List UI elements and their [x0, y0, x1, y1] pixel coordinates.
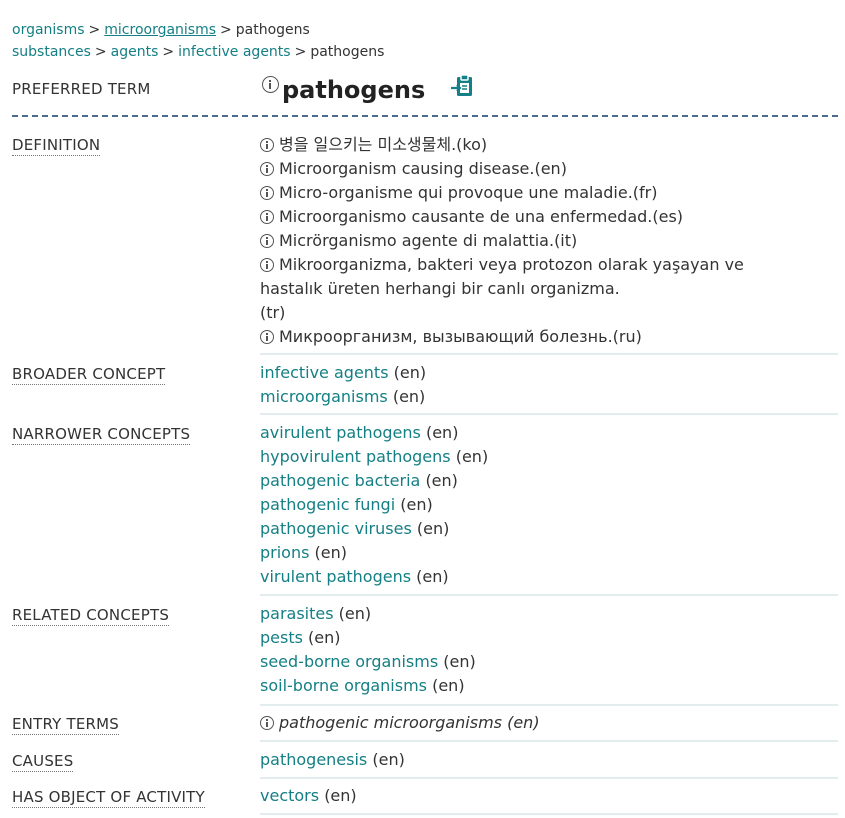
list-item: vectors (en): [260, 786, 357, 805]
section-divider: [260, 777, 838, 779]
concept-link[interactable]: microorganisms: [260, 387, 388, 406]
narrower-concepts-label: NARROWER CONCEPTS: [12, 425, 191, 445]
list-item: pests (en): [260, 628, 341, 647]
related-concepts-label: RELATED CONCEPTS: [12, 606, 170, 626]
concept-link[interactable]: vectors: [260, 786, 319, 805]
list-item: pathogenic viruses (en): [260, 519, 450, 538]
list-item: avirulent pathogens (en): [260, 423, 459, 442]
entry-term: pathogenic microorganisms (en): [279, 713, 540, 732]
breadcrumb-link-microorganisms[interactable]: microorganisms: [104, 22, 216, 38]
definition-item-lang: (tr): [260, 303, 286, 322]
concept-link[interactable]: seed-borne organisms: [260, 652, 438, 671]
breadcrumb-separator: >: [220, 22, 232, 38]
definition-item: Mikroorganizma, bakteri veya protozon ol…: [260, 255, 744, 298]
list-item: infective agents (en): [260, 363, 427, 382]
definition-item: Microorganismo causante de una enfermeda…: [260, 205, 838, 229]
section-divider: [260, 353, 838, 355]
concept-link[interactable]: soil-borne organisms: [260, 676, 427, 695]
concept-link[interactable]: hypovirulent pathogens: [260, 447, 451, 466]
list-item: prions (en): [260, 543, 348, 562]
narrower-concepts-list: avirulent pathogens (en) hypovirulent pa…: [260, 421, 838, 589]
breadcrumb-link-agents[interactable]: agents: [111, 44, 159, 60]
info-circle-icon[interactable]: [260, 186, 274, 200]
concept-link[interactable]: pathogenic viruses: [260, 519, 412, 538]
list-item: microorganisms (en): [260, 387, 426, 406]
breadcrumb-separator: >: [94, 44, 107, 60]
info-circle-icon[interactable]: [260, 138, 274, 152]
breadcrumb-separator: >: [294, 44, 307, 60]
entry-terms-list: pathogenic microorganisms (en): [260, 711, 838, 735]
concept-link[interactable]: avirulent pathogens: [260, 423, 421, 442]
section-divider: [260, 594, 838, 596]
causes-label: CAUSES: [12, 752, 74, 772]
info-circle-icon[interactable]: [260, 162, 274, 176]
header-divider: [12, 115, 838, 117]
info-circle-icon[interactable]: [260, 330, 274, 344]
clipboard-copy-icon: [450, 74, 472, 96]
section-divider: [260, 413, 838, 415]
list-item: pathogenic fungi (en): [260, 495, 433, 514]
concept-link[interactable]: prions: [260, 543, 309, 562]
list-item: pathogenic bacteria (en): [260, 471, 458, 490]
breadcrumb-separator: >: [88, 22, 101, 38]
preferred-term-value: pathogens: [282, 76, 426, 104]
info-circle-icon[interactable]: [260, 234, 274, 248]
info-circle-icon[interactable]: [262, 76, 279, 93]
concept-link[interactable]: pathogenesis: [260, 750, 367, 769]
preferred-term: pathogens: [262, 74, 474, 105]
broader-concept-label: BROADER CONCEPT: [12, 365, 166, 385]
definition-item: Micro-organisme qui provoque une maladie…: [260, 181, 838, 205]
list-item: soil-borne organisms (en): [260, 676, 465, 695]
info-circle-icon[interactable]: [260, 258, 274, 272]
list-item: pathogenic microorganisms (en): [260, 711, 838, 735]
definition-item: Микроорганизм, вызывающий болезнь.(ru): [260, 325, 838, 349]
info-circle-icon[interactable]: [260, 210, 274, 224]
causes-list: pathogenesis (en): [260, 748, 838, 772]
breadcrumb-current: pathogens: [235, 22, 310, 38]
entry-terms-label: ENTRY TERMS: [12, 715, 119, 735]
breadcrumb-2: substances > agents > infective agents > patho…: [12, 43, 384, 61]
concept-link[interactable]: pathogenic fungi: [260, 495, 395, 514]
breadcrumb-separator: >: [162, 44, 175, 60]
concept-link[interactable]: pests: [260, 628, 303, 647]
section-divider: [260, 704, 838, 706]
info-circle-icon[interactable]: [260, 716, 274, 730]
list-item: parasites (en): [260, 604, 372, 623]
has-object-of-activity-label: HAS OBJECT OF ACTIVITY: [12, 788, 205, 808]
preferred-term-label: PREFERRED TERM: [12, 80, 151, 98]
has-object-of-activity-list: vectors (en): [260, 784, 838, 808]
list-item: pathogenesis (en): [260, 750, 405, 769]
concept-link[interactable]: pathogenic bacteria: [260, 471, 420, 490]
section-divider: [260, 813, 838, 815]
definition-item: 병을 일으키는 미소생물체.(ko): [260, 133, 838, 157]
list-item: hypovirulent pathogens (en): [260, 447, 489, 466]
copy-to-clipboard-button[interactable]: [450, 74, 474, 105]
list-item: seed-borne organisms (en): [260, 652, 476, 671]
definition-item: Micrörganismo agente di malattia.(it): [260, 229, 838, 253]
definition-item: Microorganism causing disease.(en): [260, 157, 838, 181]
breadcrumb-link-organisms[interactable]: organisms: [12, 22, 85, 38]
concept-link[interactable]: parasites: [260, 604, 334, 623]
related-concepts-list: parasites (en) pests (en) seed-borne org…: [260, 602, 838, 698]
breadcrumb-link-infective-agents[interactable]: infective agents: [178, 44, 290, 60]
concept-link[interactable]: infective agents: [260, 363, 389, 382]
breadcrumb-link-substances[interactable]: substances: [12, 44, 91, 60]
section-divider: [260, 740, 838, 742]
breadcrumb-current: pathogens: [310, 44, 385, 60]
list-item: virulent pathogens (en): [260, 567, 449, 586]
concept-link[interactable]: virulent pathogens: [260, 567, 411, 586]
definition-list: 병을 일으키는 미소생물체.(ko) Microorganism causing…: [260, 133, 838, 349]
breadcrumb-1: organisms > microorganisms > pathogens: [12, 21, 310, 39]
definition-label: DEFINITION: [12, 136, 101, 156]
broader-concept-list: infective agents (en) microorganisms (en…: [260, 361, 838, 409]
